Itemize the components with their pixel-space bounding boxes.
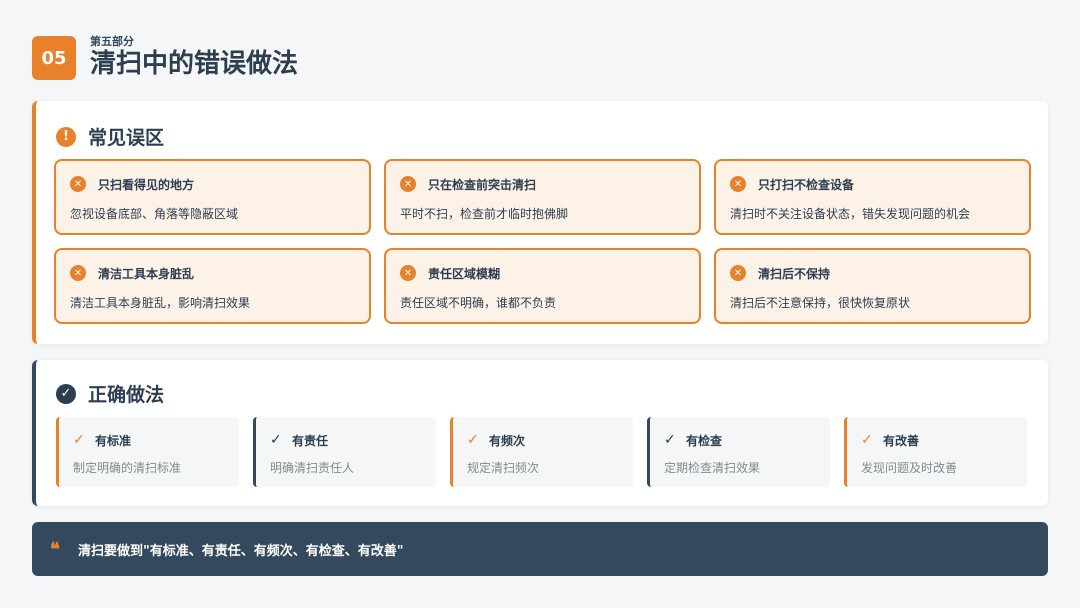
mistake-title: 只扫看得见的地方 <box>98 177 195 192</box>
checkmark-icon: ✓ <box>73 432 85 448</box>
mistake-title: 清洁工具本身脏乱 <box>98 266 195 281</box>
checkmark-icon: ✓ <box>861 432 873 448</box>
section-number-badge: 05 <box>32 36 76 80</box>
mistake-title: 只打扫不检查设备 <box>758 177 855 192</box>
practice-item: ✓ 有改善 发现问题及时改善 <box>844 417 1027 487</box>
practice-title: 有检查 <box>686 433 723 448</box>
mistake-description: 责任区域不明确，谁都不负责 <box>400 296 557 310</box>
practice-description: 发现问题及时改善 <box>861 461 958 475</box>
mistake-title: 清扫后不保持 <box>758 266 831 281</box>
x-circle-icon: ✕ <box>70 176 86 192</box>
practice-title: 有频次 <box>489 433 526 448</box>
mistake-title: 责任区域模糊 <box>428 266 501 281</box>
mistake-item: ✕ 清洁工具本身脏乱 清洁工具本身脏乱，影响清扫效果 <box>54 248 371 324</box>
practice-item: ✓ 有责任 明确清扫责任人 <box>253 417 436 487</box>
x-circle-icon: ✕ <box>730 176 746 192</box>
x-circle-icon: ✕ <box>730 265 746 281</box>
page-header: 05 第五部分 清扫中的错误做法 <box>32 36 298 80</box>
header-titles: 第五部分 清扫中的错误做法 <box>90 36 298 80</box>
common-mistakes-card: ! 常见误区 ✕ 只扫看得见的地方 忽视设备底部、角落等隐蔽区域 ✕ 只在检查前突击… <box>32 101 1048 344</box>
mistake-description: 清扫后不注意保持，很快恢复原状 <box>730 296 911 310</box>
x-circle-icon: ✕ <box>70 265 86 281</box>
practice-item: ✓ 有标准 制定明确的清扫标准 <box>56 417 239 487</box>
summary-quote-banner: ❝ 清扫要做到"有标准、有责任、有频次、有检查、有改善" <box>32 522 1048 576</box>
practice-description: 定期检查清扫效果 <box>664 461 761 475</box>
checkmark-icon: ✓ <box>467 432 479 448</box>
mistake-item: ✕ 只在检查前突击清扫 平时不扫，检查前才临时抱佛脚 <box>384 159 701 235</box>
x-circle-icon: ✕ <box>400 265 416 281</box>
mistake-item: ✕ 责任区域模糊 责任区域不明确，谁都不负责 <box>384 248 701 324</box>
correct-section-header: ✓ 正确做法 <box>56 380 164 407</box>
checkmark-icon: ✓ <box>664 432 676 448</box>
mistake-item: ✕ 只打扫不检查设备 清扫时不关注设备状态，错失发现问题的机会 <box>714 159 1031 235</box>
practice-item: ✓ 有频次 规定清扫频次 <box>450 417 633 487</box>
mistake-description: 清洁工具本身脏乱，影响清扫效果 <box>70 296 251 310</box>
page-title: 清扫中的错误做法 <box>90 49 299 79</box>
mistakes-section-header: ! 常见误区 <box>56 123 164 150</box>
mistakes-grid: ✕ 只扫看得见的地方 忽视设备底部、角落等隐蔽区域 ✕ 只在检查前突击清扫 平时不扫… <box>54 159 1031 324</box>
practice-description: 明确清扫责任人 <box>270 461 355 475</box>
mistake-item: ✕ 只扫看得见的地方 忽视设备底部、角落等隐蔽区域 <box>54 159 371 235</box>
practice-title: 有标准 <box>95 433 132 448</box>
correct-practices-card: ✓ 正确做法 ✓ 有标准 制定明确的清扫标准 ✓ 有责任 明确清扫责任人 ✓ 有频次 … <box>32 360 1048 506</box>
practice-description: 规定清扫频次 <box>467 461 540 475</box>
practice-title: 有责任 <box>292 433 329 448</box>
practice-item: ✓ 有检查 定期检查清扫效果 <box>647 417 830 487</box>
checkmark-icon: ✓ <box>270 432 282 448</box>
mistake-description: 忽视设备底部、角落等隐蔽区域 <box>70 207 239 221</box>
check-circle-icon: ✓ <box>56 383 76 404</box>
mistake-description: 清扫时不关注设备状态，错失发现问题的机会 <box>730 207 971 221</box>
quote-icon: ❝ <box>50 538 60 560</box>
mistakes-section-title: 常见误区 <box>88 127 165 149</box>
mistake-description: 平时不扫，检查前才临时抱佛脚 <box>400 207 569 221</box>
exclamation-circle-icon: ! <box>56 126 76 147</box>
mistake-title: 只在检查前突击清扫 <box>428 177 537 192</box>
section-subtitle: 第五部分 <box>90 35 134 48</box>
practices-row: ✓ 有标准 制定明确的清扫标准 ✓ 有责任 明确清扫责任人 ✓ 有频次 规定清扫频次 … <box>56 417 1027 487</box>
mistake-item: ✕ 清扫后不保持 清扫后不注意保持，很快恢复原状 <box>714 248 1031 324</box>
summary-quote-text: 清扫要做到"有标准、有责任、有频次、有检查、有改善" <box>78 543 404 559</box>
practice-description: 制定明确的清扫标准 <box>73 461 182 475</box>
x-circle-icon: ✕ <box>400 176 416 192</box>
practice-title: 有改善 <box>883 433 920 448</box>
correct-section-title: 正确做法 <box>88 384 165 406</box>
